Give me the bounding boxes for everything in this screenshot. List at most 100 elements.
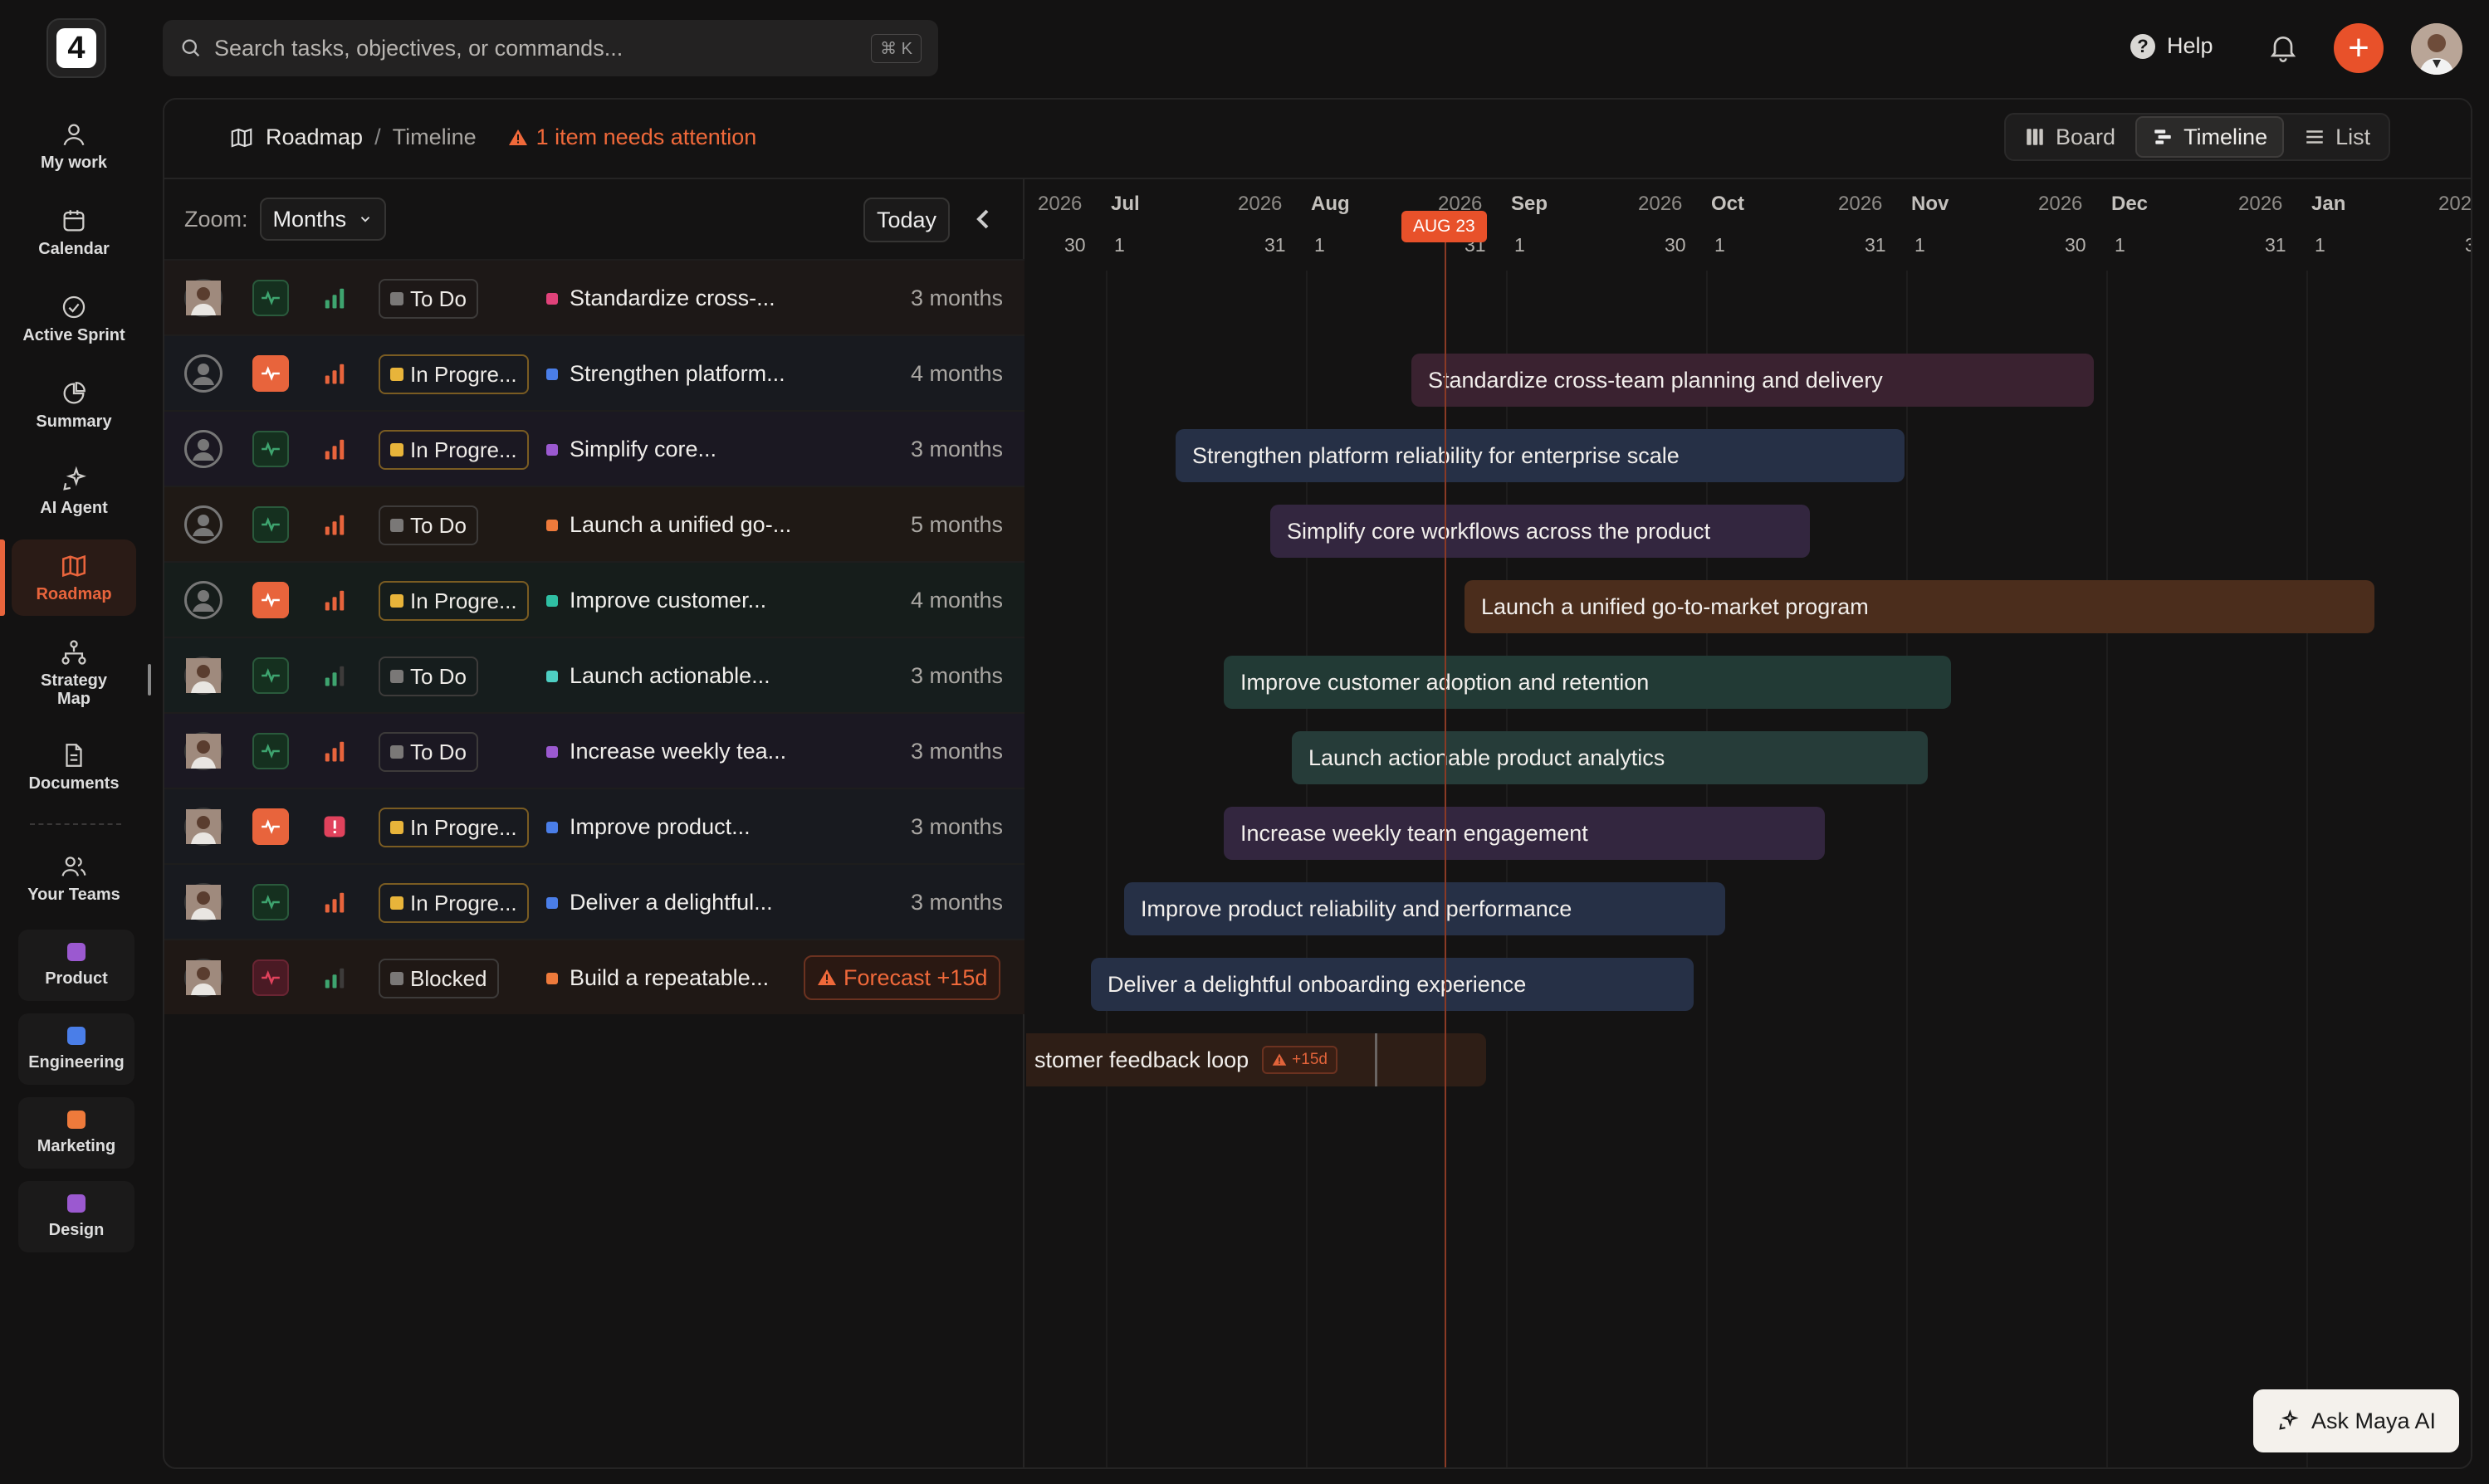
assignee-avatar[interactable] xyxy=(184,279,222,317)
unassigned-avatar-icon[interactable] xyxy=(184,581,222,619)
objective-name[interactable]: Strengthen platform... xyxy=(546,336,785,412)
objective-name[interactable]: Deliver a delightful... xyxy=(546,865,773,940)
sidebar-scrollbar[interactable] xyxy=(148,664,151,696)
priority-icon[interactable] xyxy=(322,965,347,990)
assignee-avatar[interactable] xyxy=(184,808,222,846)
objective-row[interactable]: Blocked Build a repeatable... Forecast +15… xyxy=(164,939,1024,1014)
health-pulse-icon[interactable] xyxy=(252,733,289,769)
status-badge[interactable]: To Do xyxy=(379,657,478,696)
status-badge[interactable]: In Progre... xyxy=(379,430,529,470)
status-badge[interactable]: Blocked xyxy=(379,959,499,998)
health-pulse-icon[interactable] xyxy=(252,808,289,845)
timeline-bar[interactable]: Standardize cross-team planning and deli… xyxy=(1411,354,2094,407)
objective-row[interactable]: In Progre... Simplify core... 3 months xyxy=(164,410,1024,486)
timeline-bar[interactable]: Deliver a delightful onboarding experien… xyxy=(1091,958,1694,1011)
objective-name[interactable]: Standardize cross-... xyxy=(546,261,775,336)
assignee-avatar[interactable] xyxy=(184,732,222,770)
objective-name[interactable]: Launch actionable... xyxy=(546,638,770,714)
unassigned-avatar-icon[interactable] xyxy=(184,430,222,468)
priority-icon[interactable] xyxy=(322,512,347,537)
objective-row[interactable]: To Do Increase weekly tea... 3 months xyxy=(164,712,1024,788)
sidebar-item-my-work[interactable]: My work xyxy=(12,108,136,184)
status-badge[interactable]: In Progre... xyxy=(379,808,529,847)
priority-icon[interactable] xyxy=(322,361,347,386)
objective-name[interactable]: Launch a unified go-... xyxy=(546,487,791,563)
timeline-bar[interactable]: Improve product reliability and performa… xyxy=(1124,882,1725,935)
sidebar-item-summary[interactable]: Summary xyxy=(12,367,136,443)
team-design[interactable]: Design xyxy=(18,1181,134,1252)
attention-alert[interactable]: 1 item needs attention xyxy=(508,124,756,150)
objective-row[interactable]: To Do Launch a unified go-... 5 months xyxy=(164,486,1024,561)
assignee-avatar[interactable] xyxy=(184,657,222,695)
priority-icon[interactable] xyxy=(322,437,347,461)
timeline-bar[interactable]: Simplify core workflows across the produ… xyxy=(1270,505,1810,558)
status-badge[interactable]: In Progre... xyxy=(379,354,529,394)
status-badge[interactable]: To Do xyxy=(379,505,478,545)
objective-name[interactable]: Increase weekly tea... xyxy=(546,714,786,789)
notification-bell-icon[interactable] xyxy=(2267,30,2300,65)
ask-maya-button[interactable]: Ask Maya AI xyxy=(2253,1389,2459,1452)
objective-row[interactable]: In Progre... Improve product... 3 months xyxy=(164,788,1024,863)
team-marketing[interactable]: Marketing xyxy=(18,1097,134,1169)
sidebar-item-ai-agent[interactable]: AI Agent xyxy=(12,453,136,530)
urgent-priority-icon[interactable] xyxy=(322,814,347,839)
timeline-bar[interactable]: Launch a unified go-to-market program xyxy=(1465,580,2374,633)
status-badge[interactable]: To Do xyxy=(379,732,478,772)
unassigned-avatar-icon[interactable] xyxy=(184,354,222,393)
health-pulse-icon[interactable] xyxy=(252,506,289,543)
chevron-left-icon[interactable] xyxy=(966,203,1000,236)
health-pulse-icon[interactable] xyxy=(252,959,289,996)
status-badge[interactable]: In Progre... xyxy=(379,581,529,621)
sidebar-item-calendar[interactable]: Calendar xyxy=(12,194,136,271)
search-bar[interactable]: Search tasks, objectives, or commands...… xyxy=(163,20,938,76)
forecast-badge[interactable]: Forecast +15d xyxy=(804,955,1001,1000)
unassigned-avatar-icon[interactable] xyxy=(184,505,222,544)
priority-icon[interactable] xyxy=(322,588,347,613)
objective-row[interactable]: In Progre... Strengthen platform... 4 mont… xyxy=(164,334,1024,410)
status-badge[interactable]: To Do xyxy=(379,279,478,319)
timeline-bar[interactable]: Strengthen platform reliability for ente… xyxy=(1176,429,1905,482)
help-button[interactable]: ? Help xyxy=(2130,33,2213,59)
health-pulse-icon[interactable] xyxy=(252,884,289,920)
user-avatar[interactable] xyxy=(2411,23,2462,75)
view-timeline-button[interactable]: Timeline xyxy=(2135,116,2285,158)
objective-name[interactable]: Improve product... xyxy=(546,789,751,865)
assignee-avatar[interactable] xyxy=(184,883,222,921)
timeline-bar[interactable]: Improve customer adoption and retention xyxy=(1224,656,1951,709)
objective-name[interactable]: Simplify core... xyxy=(546,412,716,487)
zoom-select[interactable]: Months xyxy=(259,198,387,241)
team-product[interactable]: Product xyxy=(18,930,134,1001)
objective-row[interactable]: In Progre... Deliver a delightful... 3 mon… xyxy=(164,863,1024,939)
objective-name[interactable]: Improve customer... xyxy=(546,563,766,638)
sidebar-item-roadmap[interactable]: Roadmap xyxy=(0,539,136,616)
objective-row[interactable]: To Do Standardize cross-... 3 months xyxy=(164,259,1024,334)
today-button[interactable]: Today xyxy=(863,198,951,242)
objective-name[interactable]: Build a repeatable... xyxy=(546,940,769,1016)
breadcrumb-root[interactable]: Roadmap xyxy=(266,124,363,150)
sidebar-item-your-teams[interactable]: Your Teams xyxy=(12,840,136,916)
timeline-bar[interactable]: Launch actionable product analytics xyxy=(1292,731,1928,784)
create-button[interactable]: + xyxy=(2334,23,2384,73)
health-pulse-icon[interactable] xyxy=(252,355,289,392)
view-board-button[interactable]: Board xyxy=(2009,116,2130,158)
timeline-bar[interactable]: Increase weekly team engagement xyxy=(1224,807,1825,860)
health-pulse-icon[interactable] xyxy=(252,280,289,316)
sidebar-item-active-sprint[interactable]: Active Sprint xyxy=(12,281,136,357)
view-list-button[interactable]: List xyxy=(2289,116,2385,158)
sidebar-item-documents[interactable]: Documents xyxy=(12,729,136,805)
health-pulse-icon[interactable] xyxy=(252,657,289,694)
objective-row[interactable]: To Do Launch actionable... 3 months xyxy=(164,637,1024,712)
assignee-avatar[interactable] xyxy=(184,959,222,997)
health-pulse-icon[interactable] xyxy=(252,431,289,467)
priority-icon[interactable] xyxy=(322,739,347,764)
app-logo[interactable]: 4 xyxy=(46,18,106,78)
objective-row[interactable]: In Progre... Improve customer... 4 months xyxy=(164,561,1024,637)
priority-icon[interactable] xyxy=(322,286,347,310)
timeline-bar[interactable]: stomer feedback loop +15d xyxy=(1026,1033,1486,1086)
sidebar-item-strategy-map[interactable]: Strategy Map xyxy=(12,631,136,715)
health-pulse-icon[interactable] xyxy=(252,582,289,618)
status-badge[interactable]: In Progre... xyxy=(379,883,529,923)
priority-icon[interactable] xyxy=(322,663,347,688)
priority-icon[interactable] xyxy=(322,890,347,915)
search-input[interactable]: Search tasks, objectives, or commands... xyxy=(214,36,859,61)
